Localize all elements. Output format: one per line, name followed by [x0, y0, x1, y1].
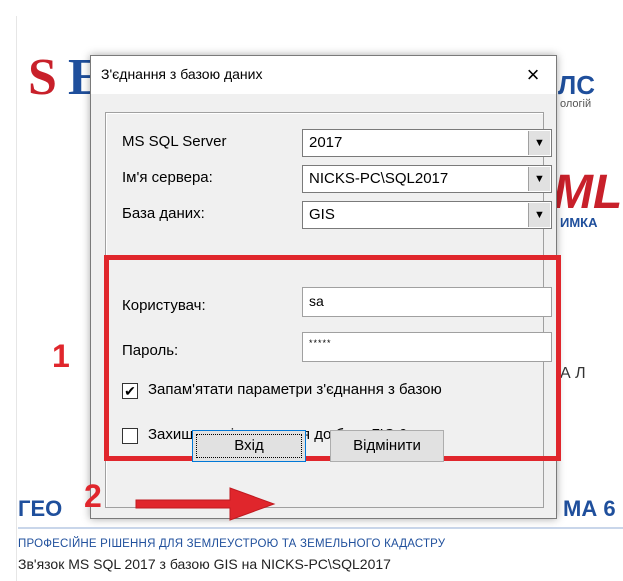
logo-letter-s: S — [28, 49, 57, 106]
server-name-select[interactable]: NICKS-PC\SQL2017 ▼ — [302, 165, 552, 193]
dialog-title: З'єднання з базою даних — [101, 66, 263, 82]
arrow-right-icon — [135, 487, 276, 521]
server-name-value: NICKS-PC\SQL2017 — [309, 170, 449, 187]
annotation-marker-2: 2 — [84, 478, 102, 514]
chevron-down-icon[interactable]: ▼ — [528, 131, 550, 155]
bg-fragment-ma6: МА 6 — [563, 496, 616, 521]
chevron-down-icon[interactable]: ▼ — [528, 203, 550, 227]
cancel-button[interactable]: Відмінити — [330, 430, 444, 462]
bg-fragment-ml: ML — [553, 166, 623, 219]
database-value: GIS — [309, 206, 335, 223]
tagline: ПРОФЕСІЙНЕ РІШЕННЯ ДЛЯ ЗЕМЛЕУСТРОЮ ТА ЗЕ… — [18, 538, 446, 550]
annotation-marker-1: 1 — [52, 338, 70, 374]
divider — [18, 527, 623, 529]
ms-sql-server-select[interactable]: 2017 ▼ — [302, 129, 552, 157]
title-bar: З'єднання з базою даних × — [91, 56, 556, 94]
database-label: База даних: — [122, 205, 205, 222]
ms-sql-server-label: MS SQL Server — [122, 133, 227, 150]
bg-fragment-al: А Л — [560, 365, 586, 382]
bg-fragment-imka: ИМКА — [560, 215, 598, 230]
server-name-label: Ім'я сервера: — [122, 169, 213, 186]
chevron-down-icon[interactable]: ▼ — [528, 167, 550, 191]
focus-rect — [196, 434, 302, 458]
bg-fragment-ologii: ологій — [560, 98, 592, 110]
cancel-button-label: Відмінити — [353, 437, 421, 454]
login-button[interactable]: Вхід — [192, 430, 306, 462]
database-select[interactable]: GIS ▼ — [302, 201, 552, 229]
bg-fragment-geo: ГЕО — [18, 496, 63, 521]
close-icon[interactable]: × — [519, 62, 547, 88]
status-text: Зв'язок MS SQL 2017 з базою GIS на NICKS… — [18, 556, 391, 572]
ms-sql-server-value: 2017 — [309, 134, 343, 151]
bg-fragment-lc: ЛС — [558, 70, 596, 100]
